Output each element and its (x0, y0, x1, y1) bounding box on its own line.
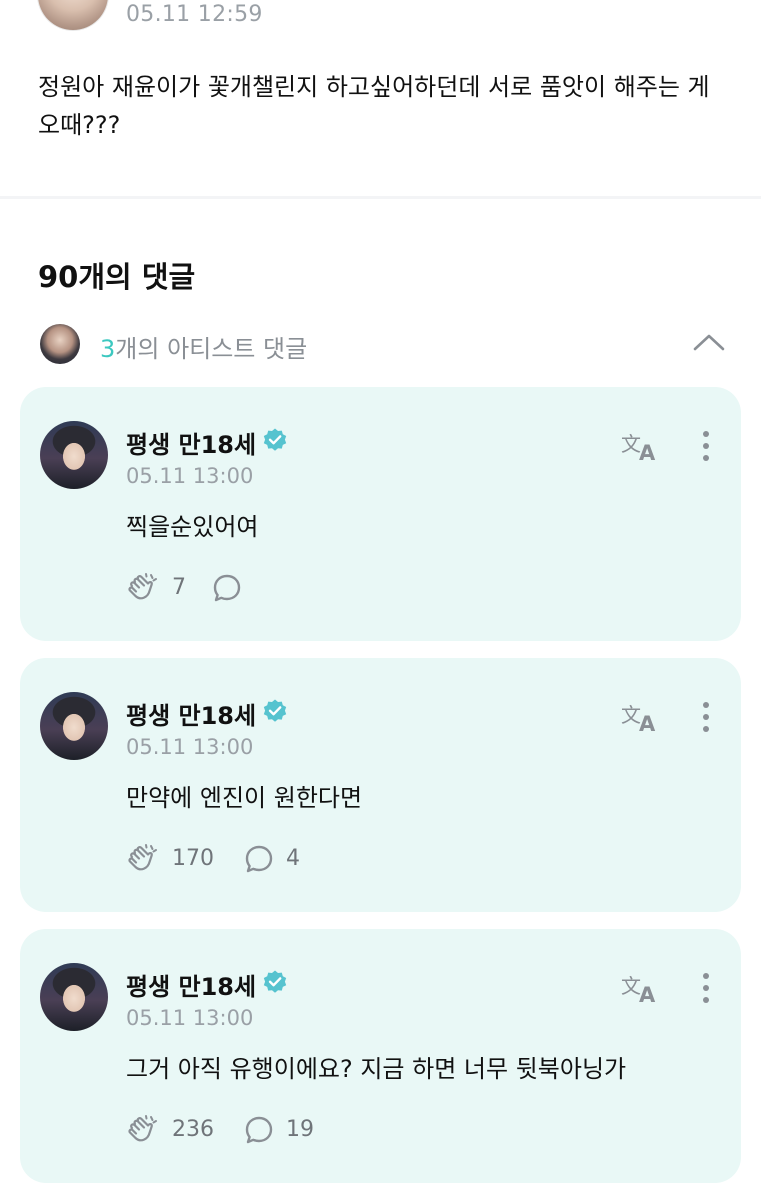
like-count: 7 (172, 575, 186, 600)
comment-text: 만약에 엔진이 원한다면 (126, 784, 363, 812)
artist-avatar (40, 324, 80, 364)
commenter-name[interactable]: 평생 만18세 (126, 425, 256, 460)
comment-timestamp: 05.11 13:00 (126, 735, 254, 759)
commenter-name[interactable]: 평생 만18세 (126, 967, 256, 1002)
comment-timestamp: 05.11 13:00 (126, 464, 254, 488)
speech-bubble-icon[interactable] (244, 1115, 274, 1145)
svg-text:A: A (639, 983, 656, 1005)
like-count: 236 (172, 1117, 214, 1142)
speech-bubble-icon[interactable] (244, 844, 274, 874)
verified-badge-icon (263, 970, 287, 993)
post-author-avatar[interactable] (38, 0, 108, 30)
reply-count: 4 (286, 846, 300, 871)
commenter-avatar[interactable] (40, 421, 108, 489)
section-divider (0, 196, 761, 199)
post-timestamp: 05.11 12:59 (126, 2, 263, 27)
comment-card: 평생 만18세 05.11 13:00 그거 아직 유행이에요? 지금 하면 너… (20, 929, 741, 1183)
like-count: 170 (172, 846, 214, 871)
artist-comments-count: 3 (100, 335, 116, 363)
translate-icon[interactable]: 文 A (620, 429, 662, 463)
comment-text: 찍을순있어여 (126, 513, 259, 541)
comments-count-heading: 90개의 댓글 (38, 260, 196, 294)
artist-comments-text: 개의 아티스트 댓글 (115, 335, 308, 363)
svg-text:A: A (639, 712, 656, 734)
svg-text:文: 文 (621, 703, 641, 727)
more-vertical-icon[interactable] (696, 429, 716, 463)
chevron-up-icon[interactable] (692, 328, 726, 358)
artist-comments-label: 3개의 아티스트 댓글 (100, 329, 307, 364)
verified-badge-icon (263, 699, 287, 722)
commenter-avatar[interactable] (40, 692, 108, 760)
comment-timestamp: 05.11 13:00 (126, 1006, 254, 1030)
clap-like-icon[interactable] (126, 843, 160, 875)
comment-text: 그거 아직 유행이에요? 지금 하면 너무 뒷북아닝가 (126, 1055, 627, 1083)
translate-icon[interactable]: 文 A (620, 971, 662, 1005)
translate-icon[interactable]: 文 A (620, 700, 662, 734)
comment-card: 평생 만18세 05.11 13:00 찍을순있어여 文 A 7 (20, 387, 741, 641)
post-body: 정원아 재윤이가 꽃개챌린지 하고싶어하던데 서로 품앗이 해주는 게 오때??… (38, 73, 710, 139)
reply-count: 19 (286, 1117, 314, 1142)
svg-text:A: A (639, 441, 656, 463)
verified-badge-icon (263, 428, 287, 451)
more-vertical-icon[interactable] (696, 971, 716, 1005)
speech-bubble-icon[interactable] (212, 573, 242, 603)
commenter-name[interactable]: 평생 만18세 (126, 696, 256, 731)
clap-like-icon[interactable] (126, 572, 160, 604)
commenter-avatar[interactable] (40, 963, 108, 1031)
more-vertical-icon[interactable] (696, 700, 716, 734)
clap-like-icon[interactable] (126, 1114, 160, 1146)
svg-text:文: 文 (621, 432, 641, 456)
svg-text:文: 文 (621, 974, 641, 998)
comment-card: 평생 만18세 05.11 13:00 만약에 엔진이 원한다면 文 A 170… (20, 658, 741, 912)
post-header: 05.11 12:59 (0, 0, 761, 40)
artist-comments-toggle[interactable]: 3개의 아티스트 댓글 (0, 320, 761, 366)
